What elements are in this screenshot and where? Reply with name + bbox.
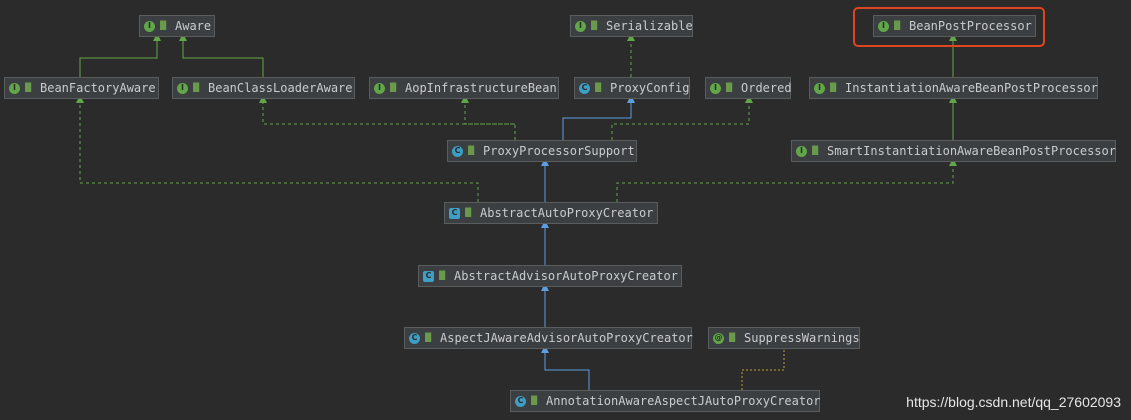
node-label: InstantiationAwareBeanPostProcessor xyxy=(845,81,1098,95)
node-abstractadvisorautoproxycreator[interactable]: C ▐▌ AbstractAdvisorAutoProxyCreator xyxy=(418,265,682,287)
pin-icon: ▐▌ xyxy=(726,333,739,342)
abstract-icon: C xyxy=(449,207,460,219)
node-ordered[interactable]: I ▐▌ Ordered xyxy=(705,77,792,99)
edge-abstractautoproxycreator-to-beanfactoryaware xyxy=(76,95,479,202)
node-label: SuppressWarnings xyxy=(744,331,860,345)
interface-icon: I xyxy=(814,82,825,94)
node-beanfactoryaware[interactable]: I ▐▌ BeanFactoryAware xyxy=(4,77,159,99)
class-icon: C xyxy=(409,332,420,344)
node-label: AnnotationAwareAspectJAutoProxyCreator xyxy=(546,394,821,408)
edge-proxyprocessorsupport-to-proxyconfig xyxy=(562,95,635,140)
node-label: BeanPostProcessor xyxy=(909,19,1032,33)
node-beanpostprocessor[interactable]: I ▐▌ BeanPostProcessor xyxy=(873,15,1036,37)
pin-icon: ▐▌ xyxy=(22,83,35,92)
class-icon: C xyxy=(515,395,526,407)
pin-icon: ▐▌ xyxy=(891,21,904,30)
node-label: Ordered xyxy=(741,81,792,95)
node-aware[interactable]: I ▐▌ Aware xyxy=(139,15,215,37)
edge-annotationawareaspectjautoproxycreator-to-suppresswarnings xyxy=(741,349,785,390)
edge-proxyprocessorsupport-to-aopinfrastructurebean xyxy=(461,95,515,125)
pin-icon: ▐▌ xyxy=(436,271,449,280)
edge-beanfactoryaware-to-aware xyxy=(79,33,161,77)
interface-icon: I xyxy=(796,145,807,157)
class-hierarchy-diagram: I ▐▌ Aware I ▐▌ Serializable I ▐▌ BeanPostProces… xyxy=(0,0,1131,420)
interface-icon: I xyxy=(575,20,586,32)
class-icon: C xyxy=(452,145,463,157)
interface-icon: I xyxy=(878,20,889,32)
pin-icon: ▐▌ xyxy=(462,208,475,217)
interface-icon: I xyxy=(9,82,20,94)
node-label: Serializable xyxy=(606,19,693,33)
node-smartinstantiationaware[interactable]: I ▐▌ SmartInstantiationAwareBeanPostProces… xyxy=(791,140,1116,162)
watermark: https://blog.csdn.net/qq_27602093 xyxy=(906,394,1121,410)
abstract-icon: C xyxy=(423,270,434,282)
node-suppresswarnings[interactable]: @ ▐▌ SuppressWarnings xyxy=(708,327,860,349)
node-label: SmartInstantiationAwareBeanPostProcessor xyxy=(827,144,1116,158)
interface-icon: I xyxy=(144,20,155,32)
node-annotationawareaspectjautoproxycreator[interactable]: C ▐▌ AnnotationAwareAspectJAutoProxyCreato… xyxy=(510,390,821,412)
node-label: Aware xyxy=(175,19,212,33)
pin-icon: ▐▌ xyxy=(528,396,541,405)
pin-icon: ▐▌ xyxy=(588,21,601,30)
edge-beanclassloaderaware-to-aware xyxy=(179,33,264,77)
edge-proxyprocessorsupport-to-ordered xyxy=(611,95,753,140)
node-proxyconfig[interactable]: C ▐▌ ProxyConfig xyxy=(574,77,690,99)
interface-icon: I xyxy=(710,82,721,94)
node-label: ProxyProcessorSupport xyxy=(483,144,635,158)
node-abstractautoproxycreator[interactable]: C ▐▌ AbstractAutoProxyCreator xyxy=(444,202,658,224)
annotation-icon: @ xyxy=(713,332,724,344)
node-label: AopInfrastructureBean xyxy=(405,81,557,95)
node-serializable[interactable]: I ▐▌ Serializable xyxy=(570,15,693,37)
pin-icon: ▐▌ xyxy=(723,83,736,92)
pin-icon: ▐▌ xyxy=(465,146,478,155)
node-instantiationaware[interactable]: I ▐▌ InstantiationAwareBeanPostProcessor xyxy=(809,77,1098,99)
pin-icon: ▐▌ xyxy=(157,21,170,30)
node-aopinfrastructurebean[interactable]: I ▐▌ AopInfrastructureBean xyxy=(369,77,559,99)
node-aspectjawareadvisorautoproxycreator[interactable]: C ▐▌ AspectJAwareAdvisorAutoProxyCreator xyxy=(404,327,693,349)
pin-icon: ▐▌ xyxy=(827,83,840,92)
interface-icon: I xyxy=(177,82,188,94)
node-label: AbstractAutoProxyCreator xyxy=(480,206,654,220)
class-icon: C xyxy=(579,82,590,94)
node-label: ProxyConfig xyxy=(610,81,690,95)
pin-icon: ▐▌ xyxy=(422,333,435,342)
node-label: AbstractAdvisorAutoProxyCreator xyxy=(454,269,678,283)
pin-icon: ▐▌ xyxy=(387,83,400,92)
pin-icon: ▐▌ xyxy=(190,83,203,92)
edge-annotationawareaspectjautoproxycreator-to-aspectjawareadvisorautoproxycreator xyxy=(541,345,590,390)
pin-icon: ▐▌ xyxy=(592,83,605,92)
node-label: AspectJAwareAdvisorAutoProxyCreator xyxy=(440,331,693,345)
interface-icon: I xyxy=(374,82,385,94)
pin-icon: ▐▌ xyxy=(809,146,822,155)
node-label: BeanFactoryAware xyxy=(40,81,156,95)
node-beanclassloaderaware[interactable]: I ▐▌ BeanClassLoaderAware xyxy=(172,77,355,99)
edge-proxyprocessorsupport-to-beanclassloaderaware xyxy=(259,95,516,140)
edge-abstractautoproxycreator-to-smartinstantiationaware xyxy=(616,158,957,202)
node-proxyprocessorsupport[interactable]: C ▐▌ ProxyProcessorSupport xyxy=(447,140,637,162)
node-label: BeanClassLoaderAware xyxy=(208,81,353,95)
